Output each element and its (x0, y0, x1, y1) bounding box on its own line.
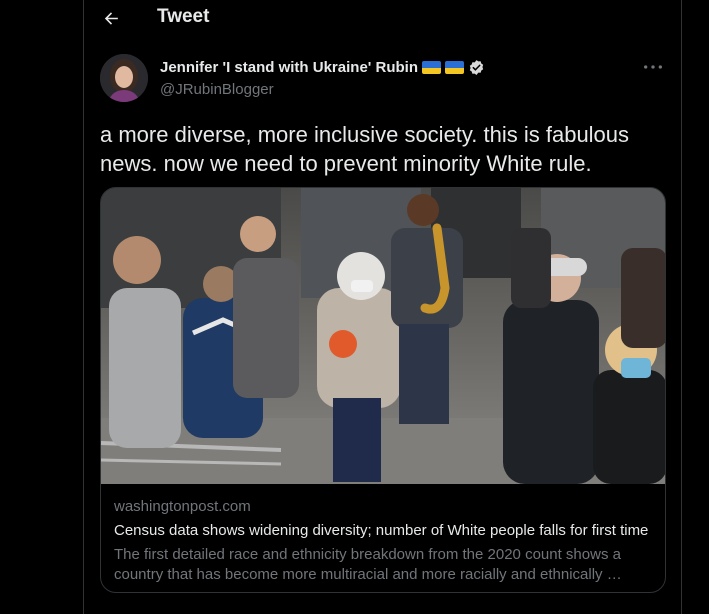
avatar[interactable] (100, 54, 148, 102)
more-options-icon (644, 65, 662, 69)
tweet-text: a more diverse, more inclusive society. … (100, 122, 630, 176)
back-button[interactable] (96, 3, 126, 33)
verified-badge-icon (469, 60, 484, 75)
author-handle[interactable]: @JRubinBlogger (160, 81, 274, 98)
card-description: The first detailed race and ethnicity br… (114, 546, 622, 583)
card-meta: washingtonpost.com Census data shows wid… (114, 497, 659, 585)
ukraine-flag-icon (445, 61, 465, 74)
more-options-button[interactable] (640, 56, 666, 78)
tweet-column: Tweet Jennifer 'I stand with Ukraine' Ru… (83, 0, 682, 614)
link-card[interactable]: washingtonpost.com Census data shows wid… (100, 187, 666, 593)
card-domain: washingtonpost.com (114, 498, 251, 515)
author-name-row: Jennifer 'I stand with Ukraine' Rubin (160, 59, 485, 76)
arrow-left-icon (104, 11, 118, 25)
street-scene-photo (101, 188, 665, 484)
avatar-image (100, 54, 148, 102)
page-title: Tweet (157, 6, 210, 27)
card-title: Census data shows widening diversity; nu… (114, 522, 649, 539)
tweet-author: Jennifer 'I stand with Ukraine' Rubin @J… (100, 54, 666, 106)
tweet-header: Tweet (84, 0, 681, 36)
author-display-name[interactable]: Jennifer 'I stand with Ukraine' Rubin (160, 59, 418, 76)
card-image (101, 188, 665, 484)
ukraine-flag-icon (422, 61, 442, 74)
